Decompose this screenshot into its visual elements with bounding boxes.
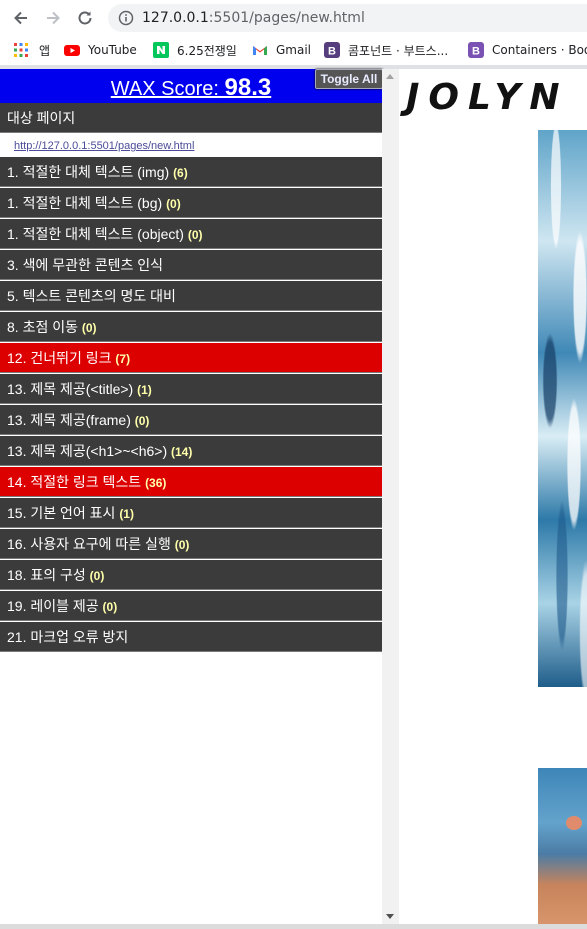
wax-check-item[interactable]: 3. 색에 무관한 콘텐츠 인식 bbox=[0, 250, 382, 280]
forward-arrow-icon bbox=[47, 11, 60, 25]
forward-button[interactable] bbox=[42, 7, 64, 29]
svg-text:B: B bbox=[472, 46, 480, 58]
wax-check-item[interactable]: 16. 사용자 요구에 따른 실행 (0) bbox=[0, 529, 382, 559]
bookmark-label: 앱 bbox=[39, 43, 51, 58]
toggle-all-button[interactable]: Toggle All bbox=[315, 69, 383, 89]
wax-check-label: 13. 제목 제공(<h1>~<h6>) bbox=[7, 443, 168, 459]
site-logo[interactable]: JOLYN bbox=[406, 77, 569, 118]
wax-panel: WAX Score: 98.3 Toggle All 대상 페이지 http:/… bbox=[0, 69, 383, 924]
wax-score-label: WAX Score: bbox=[110, 78, 219, 100]
wax-check-label: 1. 적절한 대체 텍스트 (object) bbox=[7, 226, 184, 242]
reload-icon bbox=[78, 11, 92, 25]
page-content: JOLYN bbox=[399, 69, 587, 924]
info-icon[interactable] bbox=[118, 10, 134, 26]
wax-check-item[interactable]: 1. 적절한 대체 텍스트 (object) (0) bbox=[0, 219, 382, 249]
wax-check-item[interactable]: 13. 제목 제공(frame) (0) bbox=[0, 405, 382, 435]
bookmark-naver[interactable]: 6.25전쟁일 bbox=[153, 41, 237, 59]
wax-check-count: (1) bbox=[137, 383, 152, 397]
wax-check-count: (0) bbox=[166, 197, 181, 211]
wax-check-label: 8. 초점 이동 bbox=[7, 319, 78, 335]
back-button[interactable] bbox=[10, 7, 32, 29]
wax-check-count: (0) bbox=[187, 228, 203, 242]
url-path: :5501/pages/new.html bbox=[208, 10, 365, 26]
vertical-scrollbar[interactable] bbox=[382, 69, 399, 924]
wax-check-item[interactable]: 21. 마크업 오류 방지 bbox=[0, 622, 382, 652]
bookmark-bootstrap-components[interactable]: B 콤포넌트 · 부트스... bbox=[324, 41, 448, 59]
wax-check-count: (7) bbox=[115, 352, 131, 366]
bookmark-gmail[interactable]: Gmail bbox=[252, 41, 311, 59]
wax-check-label: 13. 제목 제공(frame) bbox=[7, 412, 131, 428]
bookmarks-bar: 앱 YouTube 6.25전쟁일 Gmail B 콤포넌트 · 부트스... … bbox=[0, 36, 587, 64]
wax-check-label: 1. 적절한 대체 텍스트 (bg) bbox=[7, 195, 163, 211]
wax-check-item[interactable]: 12. 건너뛰기 링크 (7) bbox=[0, 343, 382, 373]
back-arrow-icon bbox=[14, 11, 27, 25]
wax-check-item[interactable]: 1. 적절한 대체 텍스트 (img) (6) bbox=[0, 157, 382, 187]
address-bar[interactable]: 127.0.0.1:5501/pages/new.html bbox=[108, 4, 587, 32]
wax-check-item[interactable]: 13. 제목 제공(<h1>~<h6>) (14) bbox=[0, 436, 382, 466]
target-url-link[interactable]: http://127.0.0.1:5501/pages/new.html bbox=[0, 135, 382, 157]
wax-check-label: 1. 적절한 대체 텍스트 (img) bbox=[7, 164, 170, 180]
wax-check-item[interactable]: 15. 기본 언어 표시 (1) bbox=[0, 498, 382, 528]
scroll-down-arrow-icon[interactable] bbox=[386, 914, 394, 919]
browser-toolbar: 127.0.0.1:5501/pages/new.html bbox=[0, 0, 587, 36]
wax-check-label: 5. 텍스트 콘텐츠의 명도 대비 bbox=[7, 288, 176, 304]
wax-check-label: 13. 제목 제공(<title>) bbox=[7, 381, 134, 397]
hero-image bbox=[538, 130, 587, 687]
wax-check-item[interactable]: 14. 적절한 링크 텍스트 (36) bbox=[0, 467, 382, 497]
wax-check-label: 3. 색에 무관한 콘텐츠 인식 bbox=[7, 257, 164, 273]
wax-check-item[interactable]: 18. 표의 구성 (0) bbox=[0, 560, 382, 590]
naver-icon bbox=[153, 42, 169, 58]
product-image bbox=[538, 768, 587, 924]
wax-check-label: 16. 사용자 요구에 따른 실행 bbox=[7, 536, 171, 552]
reload-button[interactable] bbox=[74, 7, 96, 29]
bookmark-bootstrap-containers[interactable]: B Containers · Boot bbox=[468, 41, 587, 59]
wax-check-label: 12. 건너뛰기 링크 bbox=[7, 350, 112, 366]
bookmark-label: 6.25전쟁일 bbox=[177, 43, 237, 58]
wax-check-count: (0) bbox=[102, 600, 118, 614]
youtube-icon bbox=[64, 45, 80, 56]
svg-text:B: B bbox=[328, 46, 336, 58]
wax-check-label: 18. 표의 구성 bbox=[7, 567, 86, 583]
bookmark-label: Gmail bbox=[276, 43, 312, 57]
wax-check-item[interactable]: 5. 텍스트 콘텐츠의 명도 대비 bbox=[0, 281, 382, 311]
wax-check-count: (36) bbox=[145, 476, 167, 490]
target-page-heading: 대상 페이지 bbox=[0, 103, 382, 133]
wax-check-count: (1) bbox=[119, 507, 134, 521]
horizontal-scrollbar[interactable] bbox=[0, 924, 587, 929]
wax-check-count: (0) bbox=[89, 569, 105, 583]
wax-check-count: (6) bbox=[173, 166, 188, 180]
wax-check-label: 14. 적절한 링크 텍스트 bbox=[7, 474, 142, 490]
wax-score-value: 98.3 bbox=[224, 74, 272, 101]
bookmark-label: YouTube bbox=[88, 43, 137, 57]
scroll-up-arrow-icon[interactable] bbox=[386, 74, 394, 79]
wax-check-count: (0) bbox=[134, 414, 150, 428]
wax-check-label: 15. 기본 언어 표시 bbox=[7, 505, 116, 521]
apps-grid-icon bbox=[14, 43, 28, 57]
bookmark-label: Containers · Boot bbox=[492, 43, 587, 57]
gmail-icon bbox=[253, 46, 267, 55]
wax-check-item[interactable]: 8. 초점 이동 (0) bbox=[0, 312, 382, 342]
wax-check-count: (0) bbox=[174, 538, 190, 552]
wax-check-label: 19. 레이블 제공 bbox=[7, 598, 99, 614]
wax-check-item[interactable]: 1. 적절한 대체 텍스트 (bg) (0) bbox=[0, 188, 382, 218]
wax-check-item[interactable]: 13. 제목 제공(<title>) (1) bbox=[0, 374, 382, 404]
image-detail bbox=[566, 816, 582, 830]
wax-check-item[interactable]: 19. 레이블 제공 (0) bbox=[0, 591, 382, 621]
wax-check-label: 21. 마크업 오류 방지 bbox=[7, 629, 129, 645]
bookmark-apps[interactable]: 앱 bbox=[13, 41, 50, 59]
bookmark-label: 콤포넌트 · 부트스... bbox=[348, 43, 449, 58]
bootstrap-icon: B bbox=[324, 42, 340, 58]
wax-check-count: (0) bbox=[81, 321, 97, 335]
bootstrap-icon: B bbox=[468, 42, 484, 58]
wax-check-count: (14) bbox=[171, 445, 193, 459]
bookmark-youtube[interactable]: YouTube bbox=[64, 41, 137, 59]
url-host: 127.0.0.1 bbox=[142, 10, 209, 26]
